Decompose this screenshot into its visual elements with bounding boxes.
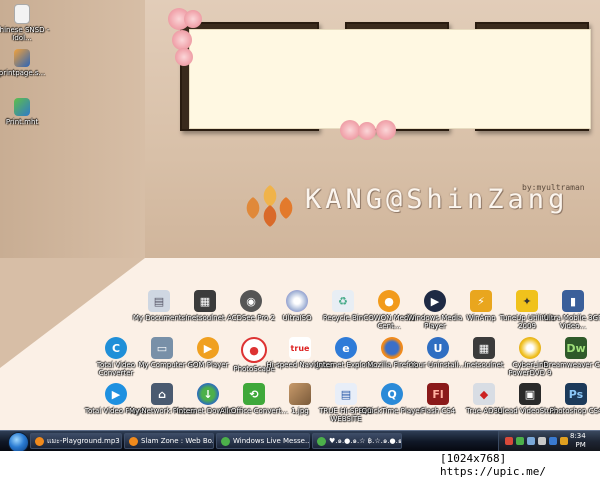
- tray-network-icon[interactable]: [527, 437, 535, 445]
- internet-explorer-icon: e: [335, 337, 357, 359]
- tray-security-icon[interactable]: [505, 437, 513, 445]
- taskbar-button-label: Slam Zone : Web Bo...: [141, 437, 214, 445]
- clock-time: 8:34: [570, 432, 586, 440]
- acdsee-icon: ◉: [240, 290, 262, 312]
- taskbar-button-slam-zone[interactable]: Slam Zone : Web Bo...: [124, 433, 214, 449]
- desktop-icon-printpage[interactable]: printpage.s...: [0, 49, 52, 77]
- tray-app-icon[interactable]: [560, 437, 568, 445]
- phone-video-icon: ▮: [562, 290, 584, 312]
- desktop-icon-print-mht[interactable]: Print.mht: [0, 98, 52, 126]
- image-file-icon: [289, 383, 311, 405]
- desktop-icon-label: Ultra Mobile 3GP Video...: [543, 314, 600, 330]
- wallpaper-byline: by:myultraman: [522, 183, 585, 192]
- videostudio-icon: ▣: [519, 383, 541, 405]
- uninstaller-icon: U: [427, 337, 449, 359]
- my-documents-icon: ▤: [148, 290, 170, 312]
- taskbar-button-windows-live-messenger[interactable]: Windows Live Messe...: [216, 433, 310, 449]
- network-app-icon: ▦: [473, 337, 495, 359]
- photoshop-icon: Ps: [565, 383, 587, 405]
- desktop-icon-snsd-folder[interactable]: Chinese SNSD - Idol...: [0, 4, 52, 42]
- desktop-icon-ultra-mobile-3gp[interactable]: ▮ Ultra Mobile 3GP Video...: [537, 290, 600, 330]
- powerdvd-icon: [519, 337, 541, 359]
- download-manager-icon: ↓: [197, 383, 219, 405]
- taskbar-button-chat-window[interactable]: ♥.๑.●.๑.☆ ฿️.☆.๑.●.๑.♥: [312, 433, 402, 449]
- start-button[interactable]: [8, 432, 29, 453]
- desktop-icon-label: Dreamweaver CS4: [543, 361, 600, 369]
- tray-messenger-icon[interactable]: [516, 437, 524, 445]
- cowon-icon: ●: [378, 290, 400, 312]
- taskbar-clock[interactable]: 8:34 PM: [570, 432, 586, 450]
- flower-decoration: [184, 10, 202, 28]
- desktop: KANG@ShinZang by:myultraman Chinese SNSD…: [0, 0, 600, 469]
- desktop-icon-label: printpage.s...: [0, 69, 46, 77]
- video-player-icon: ▶: [105, 383, 127, 405]
- firefox-document-icon: [14, 49, 30, 67]
- true-navigator-icon: true: [289, 337, 311, 359]
- taskbar-button-label: แมะ-Playground.mp3 ...: [47, 436, 122, 445]
- disc-icon: [286, 290, 308, 312]
- tray-antivirus-icon[interactable]: [549, 437, 557, 445]
- clock-period: PM: [575, 441, 586, 449]
- firefox-icon: [129, 436, 138, 446]
- flower-decoration: [172, 30, 192, 50]
- office-converter-icon: ⟲: [243, 383, 265, 405]
- flash-icon: Fl: [427, 383, 449, 405]
- watermark-text: [1024x768] https://upic.me/: [436, 451, 600, 479]
- taskbar-button-label: Windows Live Messe...: [233, 437, 310, 445]
- media-player-icon: ▶: [424, 290, 446, 312]
- network-places-icon: ⌂: [151, 383, 173, 405]
- desktop-icon-label: Print.mht: [5, 118, 39, 126]
- taskbar-button-label: ♥.๑.●.๑.☆ ฿️.☆.๑.●.๑.♥: [329, 436, 402, 445]
- my-computer-icon: ▭: [151, 337, 173, 359]
- website-shortcut-icon: ▤: [335, 383, 357, 405]
- true-adsl-icon: ◆: [473, 383, 495, 405]
- chat-window-icon: [317, 436, 326, 446]
- wallpaper-canvas-panel: [190, 30, 590, 128]
- gom-player-icon: ▶: [197, 337, 219, 359]
- taskbar: แมะ-Playground.mp3 ... Slam Zone : Web B…: [0, 430, 600, 453]
- desktop-icon-label: Chinese SNSD - Idol...: [0, 26, 50, 42]
- tray-volume-icon[interactable]: [538, 437, 546, 445]
- flower-decoration: [340, 120, 360, 140]
- firefox-icon: [381, 337, 403, 359]
- network-app-icon: ▦: [194, 290, 216, 312]
- firefox-icon: [35, 436, 44, 446]
- desktop-icon-label: Photoshop CS4: [549, 407, 600, 415]
- recycle-bin-icon: ♻: [332, 290, 354, 312]
- video-converter-icon: C: [105, 337, 127, 359]
- dreamweaver-icon: Dw: [565, 337, 587, 359]
- desktop-icon-dreamweaver[interactable]: Dw Dreamweaver CS4: [540, 337, 600, 369]
- folder-icon: [14, 4, 30, 24]
- taskbar-button-firefox-playground[interactable]: แมะ-Playground.mp3 ...: [30, 433, 122, 449]
- flower-decoration: [358, 122, 376, 140]
- messenger-icon: [221, 436, 230, 446]
- quicktime-icon: Q: [381, 383, 403, 405]
- winamp-icon: ⚡: [470, 290, 492, 312]
- flower-decoration: [175, 48, 193, 66]
- mht-document-icon: [14, 98, 30, 116]
- desktop-icon-photoshop-cs4[interactable]: Ps Photoshop CS4: [540, 383, 600, 415]
- tuneup-icon: ✦: [516, 290, 538, 312]
- flower-decoration: [376, 120, 396, 140]
